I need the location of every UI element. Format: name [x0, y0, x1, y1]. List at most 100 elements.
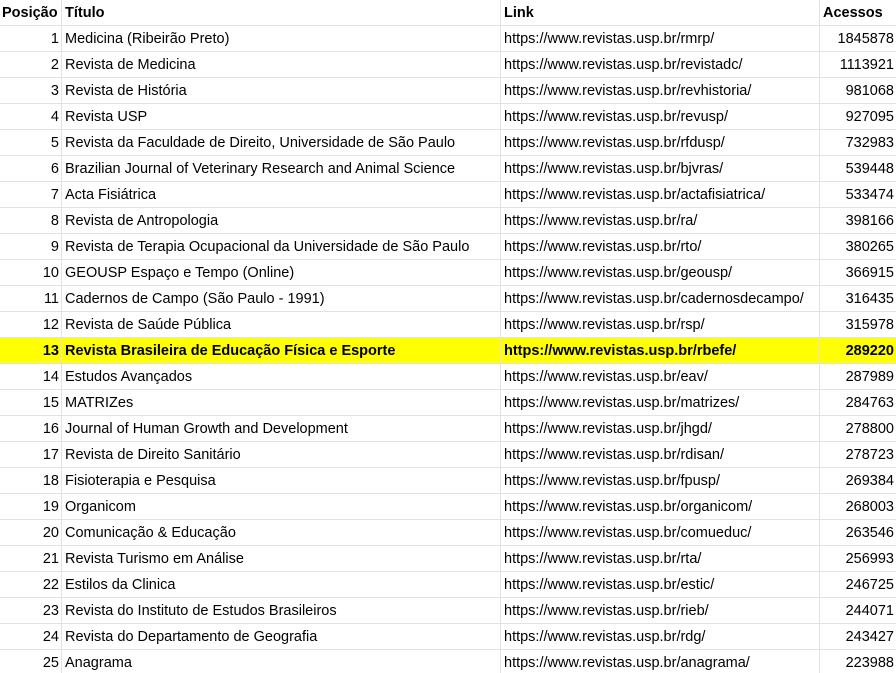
cell-position[interactable]: 12 — [0, 312, 62, 337]
cell-accesses[interactable]: 244071 — [820, 598, 896, 623]
header-accesses[interactable]: Acessos — [820, 0, 896, 25]
cell-title[interactable]: Brazilian Journal of Veterinary Research… — [62, 156, 501, 181]
cell-accesses[interactable]: 278723 — [820, 442, 896, 467]
cell-link[interactable]: https://www.revistas.usp.br/revusp/ — [501, 104, 820, 129]
cell-title[interactable]: Revista USP — [62, 104, 501, 129]
cell-title[interactable]: Journal of Human Growth and Development — [62, 416, 501, 441]
cell-accesses[interactable]: 366915 — [820, 260, 896, 285]
cell-title[interactable]: Revista de Direito Sanitário — [62, 442, 501, 467]
cell-position[interactable]: 20 — [0, 520, 62, 545]
cell-title[interactable]: Comunicação & Educação — [62, 520, 501, 545]
cell-position[interactable]: 19 — [0, 494, 62, 519]
header-title[interactable]: Título — [62, 0, 501, 25]
cell-accesses[interactable]: 533474 — [820, 182, 896, 207]
cell-accesses[interactable]: 927095 — [820, 104, 896, 129]
cell-accesses[interactable]: 316435 — [820, 286, 896, 311]
cell-link[interactable]: https://www.revistas.usp.br/rmrp/ — [501, 26, 820, 51]
cell-position[interactable]: 21 — [0, 546, 62, 571]
cell-accesses[interactable]: 287989 — [820, 364, 896, 389]
header-link[interactable]: Link — [501, 0, 820, 25]
cell-position[interactable]: 6 — [0, 156, 62, 181]
cell-link[interactable]: https://www.revistas.usp.br/rta/ — [501, 546, 820, 571]
cell-title[interactable]: Revista da Faculdade de Direito, Univers… — [62, 130, 501, 155]
cell-position[interactable]: 10 — [0, 260, 62, 285]
cell-accesses[interactable]: 398166 — [820, 208, 896, 233]
cell-link[interactable]: https://www.revistas.usp.br/ra/ — [501, 208, 820, 233]
cell-title[interactable]: Estudos Avançados — [62, 364, 501, 389]
cell-position[interactable]: 7 — [0, 182, 62, 207]
cell-position[interactable]: 14 — [0, 364, 62, 389]
cell-position[interactable]: 15 — [0, 390, 62, 415]
cell-position[interactable]: 22 — [0, 572, 62, 597]
cell-link[interactable]: https://www.revistas.usp.br/rto/ — [501, 234, 820, 259]
cell-accesses[interactable]: 1845878 — [820, 26, 896, 51]
cell-title[interactable]: Cadernos de Campo (São Paulo - 1991) — [62, 286, 501, 311]
cell-title[interactable]: Revista do Departamento de Geografia — [62, 624, 501, 649]
cell-title[interactable]: GEOUSP Espaço e Tempo (Online) — [62, 260, 501, 285]
cell-accesses[interactable]: 539448 — [820, 156, 896, 181]
cell-accesses[interactable]: 284763 — [820, 390, 896, 415]
cell-link[interactable]: https://www.revistas.usp.br/fpusp/ — [501, 468, 820, 493]
cell-link[interactable]: https://www.revistas.usp.br/actafisiatri… — [501, 182, 820, 207]
cell-link[interactable]: https://www.revistas.usp.br/matrizes/ — [501, 390, 820, 415]
cell-link[interactable]: https://www.revistas.usp.br/rfdusp/ — [501, 130, 820, 155]
cell-link[interactable]: https://www.revistas.usp.br/revistadc/ — [501, 52, 820, 77]
cell-position[interactable]: 13 — [0, 338, 62, 363]
cell-link[interactable]: https://www.revistas.usp.br/organicom/ — [501, 494, 820, 519]
cell-position[interactable]: 4 — [0, 104, 62, 129]
cell-position[interactable]: 9 — [0, 234, 62, 259]
cell-accesses[interactable]: 256993 — [820, 546, 896, 571]
cell-link[interactable]: https://www.revistas.usp.br/rdg/ — [501, 624, 820, 649]
header-position[interactable]: Posição — [0, 0, 62, 25]
cell-position[interactable]: 11 — [0, 286, 62, 311]
cell-position[interactable]: 18 — [0, 468, 62, 493]
cell-link[interactable]: https://www.revistas.usp.br/eav/ — [501, 364, 820, 389]
cell-position[interactable]: 1 — [0, 26, 62, 51]
cell-link[interactable]: https://www.revistas.usp.br/rsp/ — [501, 312, 820, 337]
cell-link[interactable]: https://www.revistas.usp.br/jhgd/ — [501, 416, 820, 441]
cell-position[interactable]: 17 — [0, 442, 62, 467]
cell-position[interactable]: 25 — [0, 650, 62, 673]
cell-link[interactable]: https://www.revistas.usp.br/estic/ — [501, 572, 820, 597]
cell-title[interactable]: MATRIZes — [62, 390, 501, 415]
cell-title[interactable]: Revista de História — [62, 78, 501, 103]
cell-accesses[interactable]: 1113921 — [820, 52, 896, 77]
cell-title[interactable]: Estilos da Clinica — [62, 572, 501, 597]
cell-accesses[interactable]: 246725 — [820, 572, 896, 597]
cell-link[interactable]: https://www.revistas.usp.br/revhistoria/ — [501, 78, 820, 103]
cell-link[interactable]: https://www.revistas.usp.br/comueduc/ — [501, 520, 820, 545]
cell-title[interactable]: Revista de Antropologia — [62, 208, 501, 233]
cell-accesses[interactable]: 289220 — [820, 338, 896, 363]
cell-position[interactable]: 2 — [0, 52, 62, 77]
cell-accesses[interactable]: 243427 — [820, 624, 896, 649]
cell-position[interactable]: 23 — [0, 598, 62, 623]
cell-link[interactable]: https://www.revistas.usp.br/rbefe/ — [501, 338, 820, 363]
cell-accesses[interactable]: 315978 — [820, 312, 896, 337]
cell-accesses[interactable]: 263546 — [820, 520, 896, 545]
cell-title[interactable]: Revista de Medicina — [62, 52, 501, 77]
cell-position[interactable]: 8 — [0, 208, 62, 233]
cell-title[interactable]: Revista de Terapia Ocupacional da Univer… — [62, 234, 501, 259]
cell-position[interactable]: 5 — [0, 130, 62, 155]
cell-accesses[interactable]: 268003 — [820, 494, 896, 519]
cell-accesses[interactable]: 732983 — [820, 130, 896, 155]
cell-title[interactable]: Revista Turismo em Análise — [62, 546, 501, 571]
cell-accesses[interactable]: 278800 — [820, 416, 896, 441]
cell-title[interactable]: Organicom — [62, 494, 501, 519]
cell-position[interactable]: 16 — [0, 416, 62, 441]
cell-accesses[interactable]: 269384 — [820, 468, 896, 493]
cell-accesses[interactable]: 380265 — [820, 234, 896, 259]
cell-position[interactable]: 24 — [0, 624, 62, 649]
cell-title[interactable]: Fisioterapia e Pesquisa — [62, 468, 501, 493]
cell-link[interactable]: https://www.revistas.usp.br/anagrama/ — [501, 650, 820, 673]
cell-link[interactable]: https://www.revistas.usp.br/bjvras/ — [501, 156, 820, 181]
cell-title[interactable]: Revista Brasileira de Educação Física e … — [62, 338, 501, 363]
cell-link[interactable]: https://www.revistas.usp.br/geousp/ — [501, 260, 820, 285]
cell-title[interactable]: Anagrama — [62, 650, 501, 673]
cell-accesses[interactable]: 981068 — [820, 78, 896, 103]
cell-accesses[interactable]: 223988 — [820, 650, 896, 673]
cell-title[interactable]: Medicina (Ribeirão Preto) — [62, 26, 501, 51]
cell-link[interactable]: https://www.revistas.usp.br/rdisan/ — [501, 442, 820, 467]
cell-title[interactable]: Acta Fisiátrica — [62, 182, 501, 207]
cell-position[interactable]: 3 — [0, 78, 62, 103]
